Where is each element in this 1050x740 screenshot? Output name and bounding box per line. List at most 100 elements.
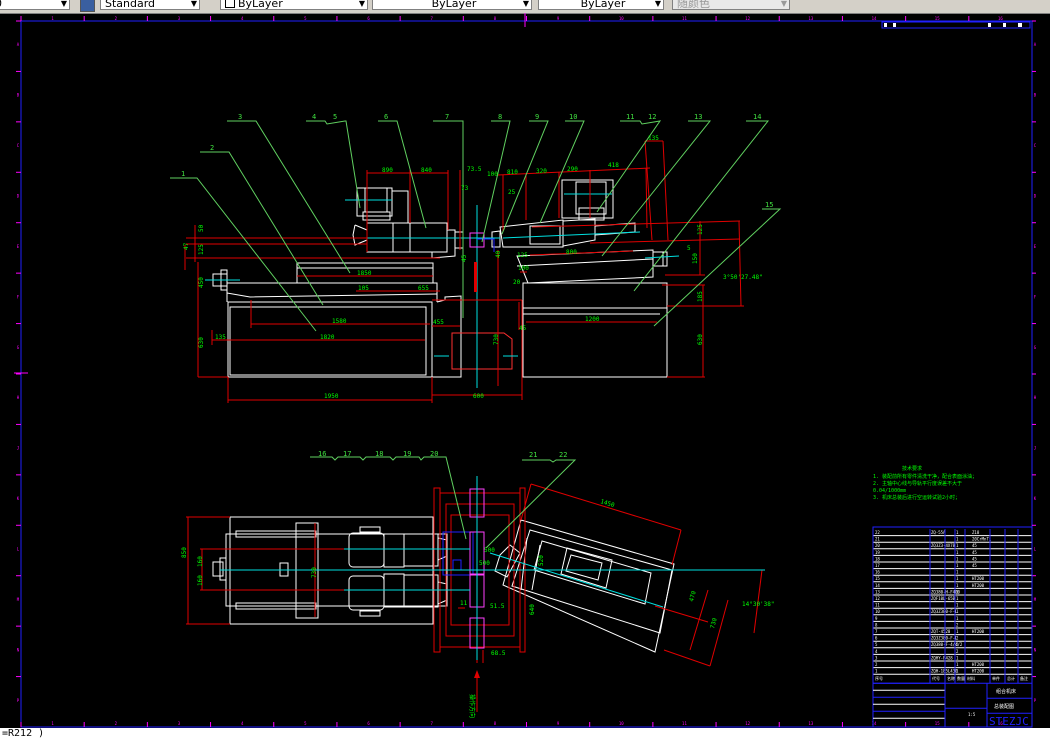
drawing-name: 组合机床 (996, 688, 1016, 695)
grid-row-label: P (1034, 698, 1037, 703)
parts-list-cell: HT200 (972, 629, 985, 634)
balloon-4: 4 (312, 113, 316, 121)
parts-list-cell: 1 (956, 556, 959, 561)
parts-list-cell: 1 (956, 662, 959, 667)
technical-notes: 技术要求 1. 装配前所有零件清洗干净，配合表面涂油； 2. 主轴中心线与导轨平… (873, 465, 977, 501)
parts-list-cell: 2 (956, 649, 959, 654)
grid-row-label: F (17, 294, 20, 299)
grid-row-label: C (17, 143, 20, 148)
grid-row-label: N (17, 647, 20, 652)
dim-text: 105 (358, 285, 369, 292)
parts-list-header: 数量 (957, 675, 965, 681)
viewport-controls[interactable] (881, 21, 1031, 29)
balloon-22: 22 (559, 451, 567, 459)
balloon-2: 2 (210, 144, 214, 152)
dim-text: 51.5 (490, 603, 505, 610)
parts-list-cell: 12 (875, 596, 880, 601)
parts-list-cell: Z18 (972, 530, 980, 535)
grid-column-label: 3 (178, 721, 181, 726)
dim-text: 640 (529, 604, 536, 615)
command-line[interactable]: =R212 ) (0, 728, 1050, 740)
viewport-button[interactable] (884, 23, 887, 27)
text-style-icon[interactable] (80, 0, 95, 12)
text-style-value: Standard (105, 0, 156, 10)
viewport-button[interactable] (1018, 23, 1022, 27)
parts-list-row: 14 1 HT200 (873, 583, 1032, 589)
grid-column-label: 6 (367, 721, 370, 726)
parts-list-cell: 9 (875, 616, 878, 621)
parts-list-cell: 13 (875, 589, 880, 594)
grid-column-label: 7 (431, 721, 434, 726)
parts-list-row: 1 ZQH-185L4301 HT200 (873, 669, 1032, 675)
text-style-dropdown[interactable]: Standard ▼ (100, 0, 200, 10)
linetype-dropdown[interactable]: ByLayer ▼ (372, 0, 532, 10)
color-value: ByLayer (238, 0, 283, 10)
balloon-18: 18 (375, 450, 383, 458)
parts-list-cell: 7 (875, 629, 878, 634)
viewport-button[interactable] (1003, 23, 1006, 27)
parts-list-cell: 15 (875, 576, 880, 581)
grid-row-label: D (1034, 194, 1037, 199)
parts-list-cell: 1 (956, 629, 959, 634)
parts-list-row: 21 1 20CrMnTi (873, 537, 1032, 543)
parts-list-cell: 1 (956, 537, 959, 542)
plot-style-dropdown: 随颜色 ▼ (672, 0, 790, 10)
color-dropdown[interactable]: ByLayer ▼ (220, 0, 368, 10)
parts-list-cell: 22 (875, 530, 880, 535)
grid-row-label: M (1034, 597, 1037, 602)
dim-text: 1200 (585, 316, 600, 323)
front-view: 1 2 3 4 5 6 7 8 9 10 11 12 13 14 15 890 … (170, 113, 782, 403)
parts-list-row: 12 ZQF10L-65B 1 (873, 596, 1032, 603)
parts-list-cell: 1 (956, 530, 959, 535)
dim-text: 100 (487, 171, 498, 178)
grid-column-label: 9 (557, 721, 560, 726)
dim-text: 840 (421, 167, 432, 174)
parts-list-cell: 2 (956, 636, 959, 641)
parts-list-cell: 2 (956, 622, 959, 627)
viewport-button[interactable] (988, 23, 991, 27)
layer-dropdown[interactable]: 0▼ (0, 0, 70, 10)
grid-column-label: 16 (998, 16, 1003, 21)
grid-column-label: 14 (872, 16, 877, 21)
grid-column-label: 8 (494, 16, 497, 21)
grid-row-label: P (17, 698, 20, 703)
grid-column-label: 14 (872, 721, 877, 726)
grid-column-label: 15 (935, 16, 940, 21)
note-line: 1. 装配前所有零件清洗干净，配合表面涂油； (873, 473, 977, 480)
parts-list-cell: 45 (972, 563, 977, 568)
drawing-canvas[interactable]: 1122334455667788991010111112121313141415… (0, 13, 1050, 733)
balloon-labels: 1 2 3 4 5 6 7 8 9 10 11 12 13 14 15 (181, 113, 773, 209)
lineweight-dropdown[interactable]: ByLayer ▼ (538, 0, 664, 10)
school-code: STEZJC (989, 715, 1029, 728)
parts-list-cell: 1 (956, 596, 959, 601)
parts-list-row: 20 ZQ3Z3-4X78 1 45 (873, 543, 1032, 550)
dimension-lines (184, 140, 744, 403)
balloon-5: 5 (333, 113, 337, 121)
dim-text: 125 (697, 224, 704, 235)
chevron-down-icon: ▼ (190, 0, 197, 8)
parts-list-row: 3 ZQHY-F428 1 (873, 655, 1032, 662)
dim-text: 630 (697, 334, 704, 345)
command-text: =R212 ) (2, 728, 45, 739)
dim-text: 40 (495, 250, 502, 258)
grid-column-label: 10 (619, 721, 624, 726)
parts-list-cell: HT200 (972, 669, 985, 674)
grid-column-label: 10 (619, 16, 624, 21)
grid-column-label: 3 (178, 16, 181, 21)
grid-row-label: L (17, 547, 20, 552)
plan-balloon-labels: 16 17 18 19 20 21 22 (318, 450, 567, 459)
grid-column-label: 8 (494, 721, 497, 726)
dim-text: 470 (688, 590, 698, 603)
chevron-down-icon: ▼ (654, 0, 661, 8)
properties-toolbar: 0▼ Standard▼ ByLayer▼ ByLayer▼ ByLayer▼ … (0, 0, 1050, 14)
parts-list-row: 2 1 HT200 (873, 662, 1032, 669)
grid-column-label: 5 (304, 721, 307, 726)
lineweight-value: ByLayer (580, 0, 626, 10)
chevron-down-icon: ▼ (358, 0, 365, 8)
grid-row-label: J (17, 446, 19, 451)
viewport-button[interactable] (893, 23, 896, 27)
dim-text: 125 (198, 244, 205, 255)
parts-list-row: 11 1 (873, 603, 1032, 609)
parts-list-row: 22 ZQ-55A 1 Z18 (873, 530, 1032, 537)
balloon-1: 1 (181, 170, 185, 178)
